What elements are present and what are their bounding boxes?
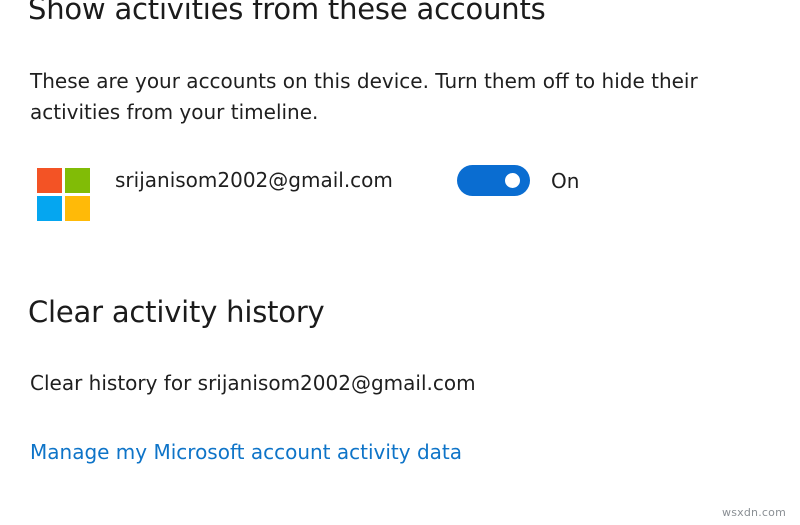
logo-square-red — [37, 168, 62, 193]
logo-square-blue — [37, 196, 62, 221]
clear-activity-title: Clear activity history — [28, 295, 325, 329]
microsoft-logo-icon — [37, 168, 90, 221]
watermark: wsxdn.com — [722, 506, 786, 519]
account-email: srijanisom2002@gmail.com — [115, 168, 393, 192]
show-activities-title: Show activities from these accounts — [28, 0, 546, 26]
account-toggle-switch[interactable] — [457, 165, 530, 196]
accounts-description: These are your accounts on this device. … — [30, 69, 698, 124]
logo-square-yellow — [65, 196, 90, 221]
toggle-state-label: On — [551, 169, 580, 193]
manage-activity-data-link[interactable]: Manage my Microsoft account activity dat… — [30, 440, 462, 464]
toggle-knob — [505, 173, 520, 188]
clear-history-text[interactable]: Clear history for srijanisom2002@gmail.c… — [30, 371, 476, 395]
logo-square-green — [65, 168, 90, 193]
account-row: srijanisom2002@gmail.com — [37, 168, 637, 223]
